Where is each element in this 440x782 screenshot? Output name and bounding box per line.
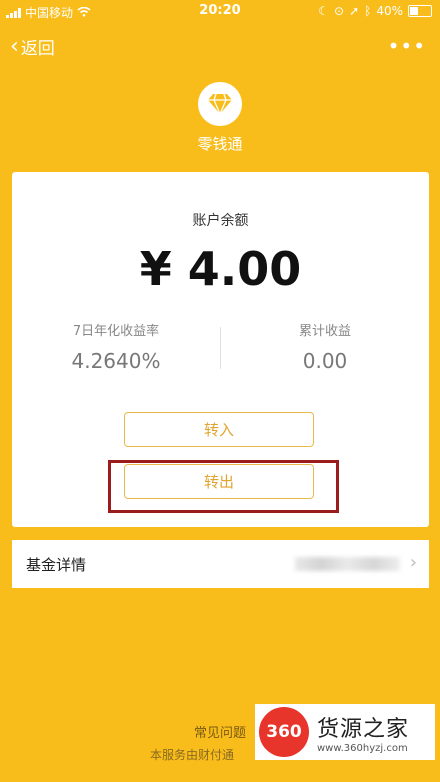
- chevron-right-icon: ›: [409, 552, 417, 573]
- rate-value: 4.2640%: [71, 349, 161, 373]
- account-card: 账户余额 ¥ 4.00 7日年化收益率 4.2640% 累计收益 0.00 转入…: [12, 172, 429, 527]
- location-icon: ➚: [349, 4, 360, 18]
- earnings-label: 累计收益: [298, 324, 351, 339]
- moon-icon: ☾: [318, 4, 329, 18]
- back-button[interactable]: ‹ 返回: [10, 34, 55, 59]
- service-note: 本服务由财付通: [150, 748, 235, 762]
- chevron-left-icon: ‹: [10, 33, 19, 59]
- rate-stat: 7日年化收益率 4.2640%: [12, 320, 220, 373]
- earnings-value: 0.00: [302, 349, 348, 373]
- watermark: 360 货源之家 www.360hyzj.com: [255, 704, 435, 760]
- highlight-box: [108, 460, 339, 513]
- nav-bar: ‹ 返回 •••: [0, 28, 440, 64]
- fund-details-row[interactable]: 基金详情 ›: [12, 540, 429, 588]
- balance-label: 账户余额: [192, 213, 249, 229]
- watermark-logo: 360: [259, 707, 309, 757]
- diamond-icon: [198, 82, 242, 126]
- rate-label: 7日年化收益率: [72, 324, 160, 339]
- more-button[interactable]: •••: [388, 36, 426, 56]
- battery-icon: [408, 5, 432, 17]
- back-label: 返回: [20, 39, 55, 59]
- lock-rotation-icon: ⊙: [334, 4, 345, 18]
- bluetooth-icon: ᛒ: [364, 4, 372, 18]
- blurred-fund-name: [295, 557, 400, 571]
- status-bar: 中国移动 20:20 ☾ ⊙ ➚ ᛒ 40%: [0, 0, 440, 22]
- watermark-url: www.360hyzj.com: [317, 742, 408, 754]
- battery-percent: 40%: [376, 4, 403, 18]
- balance-amount: ¥ 4.00: [139, 242, 302, 296]
- transfer-in-button[interactable]: 转入: [124, 412, 314, 447]
- earnings-stat: 累计收益 0.00: [221, 320, 429, 373]
- product-name: 零钱通: [197, 135, 243, 153]
- watermark-title: 货源之家: [317, 716, 410, 742]
- fund-details-label: 基金详情: [26, 556, 87, 574]
